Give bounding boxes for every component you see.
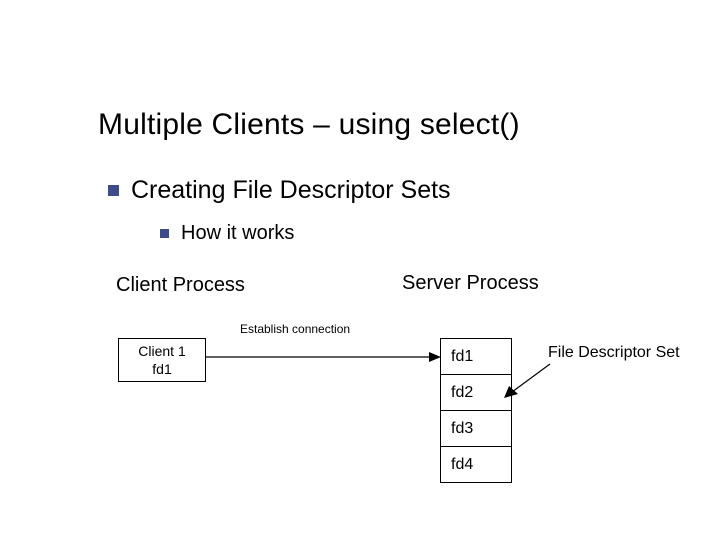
client-box: Client 1 fd1 — [118, 338, 206, 382]
fd-cell-3: fd3 — [441, 411, 511, 447]
server-process-heading: Server Process — [402, 272, 539, 295]
establish-connection-label: Establish connection — [240, 322, 350, 336]
client-process-heading: Client Process — [116, 274, 245, 297]
fd-set-arrow-icon — [502, 360, 554, 400]
fd-cell-1: fd1 — [441, 339, 511, 375]
bullet-level1: Creating File Descriptor Sets — [108, 176, 451, 205]
bullet-level2: How it works — [160, 222, 294, 245]
bullet-square-icon — [108, 185, 119, 196]
fd-set-label: File Descriptor Set — [548, 344, 680, 362]
bullet-square-icon — [160, 229, 169, 238]
connection-arrow-icon — [205, 350, 441, 364]
slide-title: Multiple Clients – using select() — [98, 108, 520, 142]
client-box-name: Client 1 — [119, 342, 205, 360]
slide: Multiple Clients – using select() Creati… — [0, 0, 720, 540]
bullet-level2-text: How it works — [181, 222, 294, 245]
fd-cell-2: fd2 — [441, 375, 511, 411]
client-box-fd: fd1 — [119, 360, 205, 378]
bullet-level1-text: Creating File Descriptor Sets — [131, 176, 451, 205]
fd-cell-4: fd4 — [441, 447, 511, 483]
